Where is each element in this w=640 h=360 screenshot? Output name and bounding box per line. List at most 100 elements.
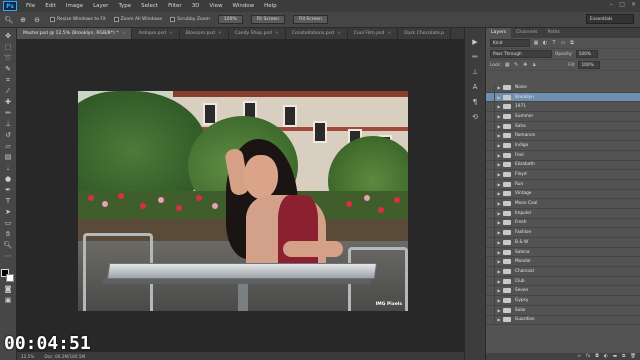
history-icon[interactable]: ⟲ <box>469 113 481 122</box>
maximize-icon[interactable]: □ <box>619 1 625 8</box>
expand-arrow-icon[interactable]: ▶ <box>495 308 503 313</box>
clone-source-icon[interactable]: ⊥ <box>469 68 481 77</box>
pen-tool-icon[interactable]: ✒ <box>2 186 14 195</box>
expand-arrow-icon[interactable]: ▶ <box>495 182 503 187</box>
shape-tool-icon[interactable]: ▭ <box>2 219 14 228</box>
menu-file[interactable]: File <box>21 0 40 12</box>
new-group-icon[interactable]: ▬ <box>613 353 617 360</box>
visibility-toggle[interactable] <box>486 295 495 305</box>
menu-edit[interactable]: Edit <box>40 0 61 12</box>
tab-blossom[interactable]: Blossom.psd × <box>180 28 229 39</box>
visibility-toggle[interactable] <box>486 121 495 131</box>
dodge-tool-icon[interactable]: ● <box>2 175 14 184</box>
zoom-all-checkbox[interactable]: Zoom All Windows <box>113 17 162 22</box>
layer-row[interactable]: ▶ Solar <box>486 305 640 316</box>
visibility-toggle[interactable] <box>486 92 495 102</box>
layer-row[interactable]: ▶ Saha <box>486 121 640 132</box>
zoom-level[interactable]: 12.5% <box>21 354 34 359</box>
type-filter-icon[interactable]: T <box>551 40 557 46</box>
100-percent-button[interactable]: 100% <box>217 15 243 24</box>
tab-cool-film[interactable]: Cool Film.psd × <box>348 28 399 39</box>
expand-arrow-icon[interactable]: ▶ <box>495 124 503 129</box>
brush-tool-icon[interactable]: ✏ <box>2 109 14 118</box>
eyedropper-tool-icon[interactable]: ⁄ <box>2 87 14 96</box>
adjustment-layer-icon[interactable]: ◐ <box>604 353 608 360</box>
layer-row[interactable]: ▶ Noise <box>486 83 640 93</box>
close-tab-icon[interactable]: × <box>275 31 279 36</box>
expand-arrow-icon[interactable]: ▶ <box>495 133 503 138</box>
menu-image[interactable]: Image <box>61 0 88 12</box>
tab-candy-shop[interactable]: Candy Shop.psd × <box>229 28 286 39</box>
expand-arrow-icon[interactable]: ▶ <box>495 279 503 284</box>
visibility-toggle[interactable] <box>486 286 495 296</box>
workspace-select[interactable]: Essentials <box>586 14 634 24</box>
layer-row[interactable]: ▶ Elizabeth <box>486 160 640 171</box>
layer-row[interactable]: ▶ Fashion <box>486 228 640 238</box>
layer-mask-icon[interactable]: ◘ <box>595 353 599 360</box>
layer-row[interactable]: ▶ Impuler <box>486 208 640 219</box>
layer-row[interactable]: ▶ Vintage <box>486 189 640 200</box>
fit-screen-button[interactable]: Fit Screen <box>250 15 285 24</box>
expand-arrow-icon[interactable]: ▶ <box>495 201 503 206</box>
expand-arrow-icon[interactable]: ▶ <box>495 250 503 255</box>
layer-row[interactable]: ▶ Club <box>486 276 640 287</box>
close-tab-icon[interactable]: × <box>387 31 391 36</box>
tab-constellations[interactable]: Constellations.psd × <box>286 28 348 39</box>
close-tab-icon[interactable]: × <box>122 31 126 36</box>
menu-filter[interactable]: Filter <box>163 0 187 12</box>
expand-arrow-icon[interactable]: ▶ <box>495 95 503 100</box>
visibility-toggle[interactable] <box>486 199 495 209</box>
quick-mask-icon[interactable]: ◙ <box>2 285 14 294</box>
visibility-toggle[interactable] <box>486 170 495 180</box>
more-tools-icon[interactable]: ⋯ <box>2 252 14 261</box>
layer-row[interactable]: ▶ Fresh <box>486 218 640 229</box>
menu-3d[interactable]: 3D <box>187 0 205 12</box>
link-layers-icon[interactable]: ∞ <box>577 353 581 360</box>
expand-arrow-icon[interactable]: ▶ <box>495 172 503 177</box>
visibility-toggle[interactable] <box>486 179 495 189</box>
adjustment-filter-icon[interactable]: ◐ <box>542 40 548 46</box>
menu-view[interactable]: View <box>204 0 227 12</box>
layer-row[interactable]: ▶ Salena <box>486 247 640 258</box>
layer-row[interactable]: ▶ Gypsy <box>486 295 640 306</box>
tab-master[interactable]: Master.psd @ 12.5% (Brooklyn, RGB/8*) * × <box>17 28 133 39</box>
blur-tool-icon[interactable]: 💧︎ <box>2 164 14 173</box>
visibility-toggle[interactable] <box>486 257 495 267</box>
opacity-field[interactable]: 100% <box>575 50 598 58</box>
zoom-tool-icon[interactable]: 🔍︎ <box>4 15 14 25</box>
layer-row[interactable]: ▶ 1971 <box>486 102 640 113</box>
tab-channels[interactable]: Channels <box>511 28 542 38</box>
visibility-toggle[interactable] <box>486 111 495 121</box>
visibility-toggle[interactable] <box>486 150 495 160</box>
visibility-toggle[interactable] <box>486 131 495 141</box>
kind-filter-select[interactable]: Kind <box>490 39 530 47</box>
visibility-toggle[interactable] <box>486 140 495 150</box>
layer-style-icon[interactable]: fx <box>586 353 590 360</box>
canvas-area[interactable]: IMG Pixels <box>17 39 464 352</box>
screen-mode-icon[interactable]: ▣ <box>2 296 14 305</box>
close-tab-icon[interactable]: × <box>218 31 222 36</box>
zoom-tool-sidebar-icon[interactable]: 🔍︎ <box>2 241 14 250</box>
new-layer-icon[interactable]: ⧉ <box>622 353 625 360</box>
blend-mode-select[interactable]: Pass Through <box>490 50 552 58</box>
pixel-filter-icon[interactable]: ▦ <box>533 40 539 46</box>
path-select-tool-icon[interactable]: ➤ <box>2 208 14 217</box>
expand-arrow-icon[interactable]: ▶ <box>495 85 503 90</box>
expand-arrow-icon[interactable]: ▶ <box>495 240 503 245</box>
layer-row[interactable]: ▶ Seven <box>486 286 640 297</box>
close-tab-icon[interactable]: × <box>169 31 173 36</box>
marquee-tool-icon[interactable]: ⬚ <box>2 43 14 52</box>
character-icon[interactable]: A <box>469 83 481 92</box>
visibility-toggle[interactable] <box>486 228 495 238</box>
layer-row[interactable]: ▶ Summer <box>486 111 640 122</box>
visibility-toggle[interactable] <box>486 189 495 199</box>
tab-antique[interactable]: Antique.psd × <box>132 28 180 39</box>
layer-row[interactable]: ▶ Run <box>486 179 640 190</box>
expand-arrow-icon[interactable]: ▶ <box>495 153 503 158</box>
expand-arrow-icon[interactable]: ▶ <box>495 211 503 216</box>
expand-arrow-icon[interactable]: ▶ <box>495 114 503 119</box>
lock-position-icon[interactable]: ✥ <box>522 62 528 68</box>
zoom-out-icon[interactable]: ⊖ <box>32 15 42 25</box>
visibility-toggle[interactable] <box>486 208 495 218</box>
tab-paths[interactable]: Paths <box>542 28 565 38</box>
